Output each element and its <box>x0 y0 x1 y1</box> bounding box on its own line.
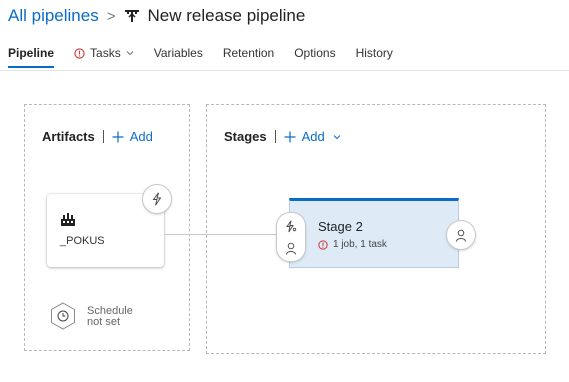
stage-card[interactable]: Stage 2 1 job, 1 task <box>289 198 459 268</box>
tab-pipeline[interactable]: Pipeline <box>8 42 55 68</box>
add-artifact-label: Add <box>129 129 153 144</box>
tab-label: Tasks <box>90 46 121 60</box>
tab-retention[interactable]: Retention <box>223 42 274 68</box>
artifacts-header: Artifacts Add <box>42 129 153 144</box>
header-divider <box>274 130 276 143</box>
tab-label: Retention <box>222 46 275 60</box>
add-artifact-button[interactable]: Add <box>112 129 153 144</box>
lightning-icon <box>152 192 162 206</box>
plus-icon <box>284 131 296 142</box>
pre-deployment-conditions <box>276 212 306 262</box>
schedule-clock-icon[interactable] <box>50 302 76 330</box>
tab-history[interactable]: History <box>356 42 393 68</box>
warning-icon <box>74 47 85 59</box>
add-stage-button[interactable]: Add <box>284 129 341 144</box>
stage-status: 1 job, 1 task <box>318 239 387 250</box>
tabs-divider <box>0 70 569 71</box>
breadcrumb: All pipelines > New release pipeline <box>8 4 305 28</box>
plus-icon <box>112 131 124 142</box>
tab-tasks[interactable]: Tasks <box>74 42 134 68</box>
person-icon <box>456 229 466 242</box>
continuous-deployment-trigger-button[interactable] <box>142 184 172 214</box>
artifacts-title: Artifacts <box>42 129 95 144</box>
schedule-status: Schedule not set <box>87 306 133 328</box>
release-pipeline-icon <box>124 10 139 22</box>
post-deployment-approvers-button[interactable] <box>446 220 476 250</box>
chevron-down-icon <box>126 51 134 56</box>
stage-name: Stage 2 <box>318 219 363 234</box>
pre-deployment-trigger-button[interactable] <box>277 215 305 237</box>
header-divider <box>102 130 104 143</box>
tab-label: Pipeline <box>8 46 55 60</box>
lightning-user-icon <box>286 220 297 232</box>
chevron-down-icon <box>333 134 341 139</box>
tab-options[interactable]: Options <box>294 42 335 68</box>
person-icon <box>286 242 296 255</box>
pipeline-title[interactable]: New release pipeline <box>148 6 306 26</box>
stage-status-text: 1 job, 1 task <box>333 239 387 250</box>
stages-header: Stages Add <box>224 129 341 144</box>
build-factory-icon <box>61 213 75 226</box>
stages-title: Stages <box>224 129 267 144</box>
tab-label: Variables <box>153 46 203 60</box>
tab-label: Options <box>294 46 336 60</box>
pre-deployment-approvers-button[interactable] <box>277 237 305 259</box>
breadcrumb-separator: > <box>106 7 116 25</box>
schedule-line2: not set <box>87 316 121 328</box>
tab-variables[interactable]: Variables <box>154 42 203 68</box>
tab-bar: Pipeline Tasks Variables Retention Optio… <box>8 42 413 68</box>
warning-icon <box>318 239 328 250</box>
add-stage-label: Add <box>301 129 325 144</box>
all-pipelines-link[interactable]: All pipelines <box>8 6 99 26</box>
artifact-name: _POKUS <box>60 235 105 247</box>
tab-label: History <box>355 46 393 60</box>
